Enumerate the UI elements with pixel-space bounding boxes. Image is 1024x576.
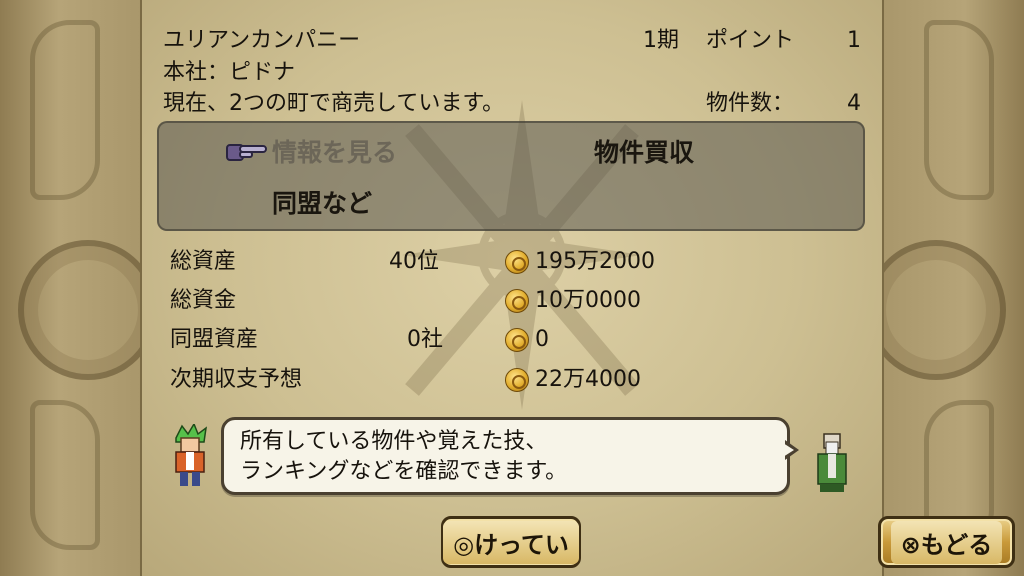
- gold-coin-icon: [505, 289, 529, 313]
- stat-next-forecast-label: 次期収支予想: [170, 367, 303, 392]
- stat-alliance-assets-value: 0: [535, 327, 549, 352]
- stat-total-assets-rank: 40位: [389, 249, 439, 274]
- properties-label: 物件数：: [706, 91, 795, 116]
- stat-total-assets-value: 195万2000: [535, 249, 655, 274]
- back-button-label: ⊗もどる: [890, 520, 1003, 564]
- confirm-button-label: ◎けってい: [443, 520, 579, 564]
- menu-item-alliance[interactable]: 同盟など: [272, 189, 372, 219]
- compass-ornament: [18, 240, 158, 380]
- merchant-character-sprite: [175, 424, 207, 486]
- hand-pointer-icon: [226, 144, 267, 161]
- stat-total-funds-label: 総資金: [170, 288, 237, 313]
- period-label: 1期: [643, 28, 679, 53]
- left-ornament-panel: [0, 0, 158, 576]
- stat-total-assets-label: 総資産: [170, 249, 237, 274]
- menu-item-view-info[interactable]: 情報を見る: [272, 138, 397, 168]
- advisor-character-sprite: [817, 433, 847, 492]
- dialog-line-2: ランキングなどを確認できます。: [240, 459, 568, 484]
- company-status: 現在、2つの町で商売しています。: [163, 91, 505, 116]
- points-value: 1: [847, 28, 861, 53]
- stat-alliance-assets-label: 同盟資産: [170, 327, 259, 352]
- company-name: ユリアンカンパニー: [163, 28, 361, 53]
- back-button[interactable]: ⊗もどる: [878, 516, 1015, 568]
- stat-alliance-count: 0社: [407, 327, 443, 352]
- dialog-line-1: 所有している物件や覚えた技、: [240, 429, 548, 454]
- headquarters: 本社：ピドナ: [163, 60, 296, 85]
- gold-coin-icon: [505, 368, 529, 392]
- dialog-tail-fill: [783, 443, 794, 457]
- gold-coin-icon: [505, 250, 529, 274]
- properties-value: 4: [847, 91, 861, 116]
- vine-decoration: [30, 20, 100, 200]
- stat-total-funds-value: 10万0000: [535, 288, 641, 313]
- right-ornament-panel: [866, 0, 1024, 576]
- points-label: ポイント: [706, 28, 795, 53]
- stat-next-forecast-value: 22万4000: [535, 367, 641, 392]
- compass-ornament: [866, 240, 1006, 380]
- menu-item-buy-property[interactable]: 物件買収: [594, 138, 694, 168]
- command-menu: [157, 121, 865, 231]
- vine-decoration: [924, 20, 994, 200]
- confirm-button[interactable]: ◎けってい: [441, 516, 581, 568]
- gold-coin-icon: [505, 328, 529, 352]
- vine-decoration: [30, 400, 100, 550]
